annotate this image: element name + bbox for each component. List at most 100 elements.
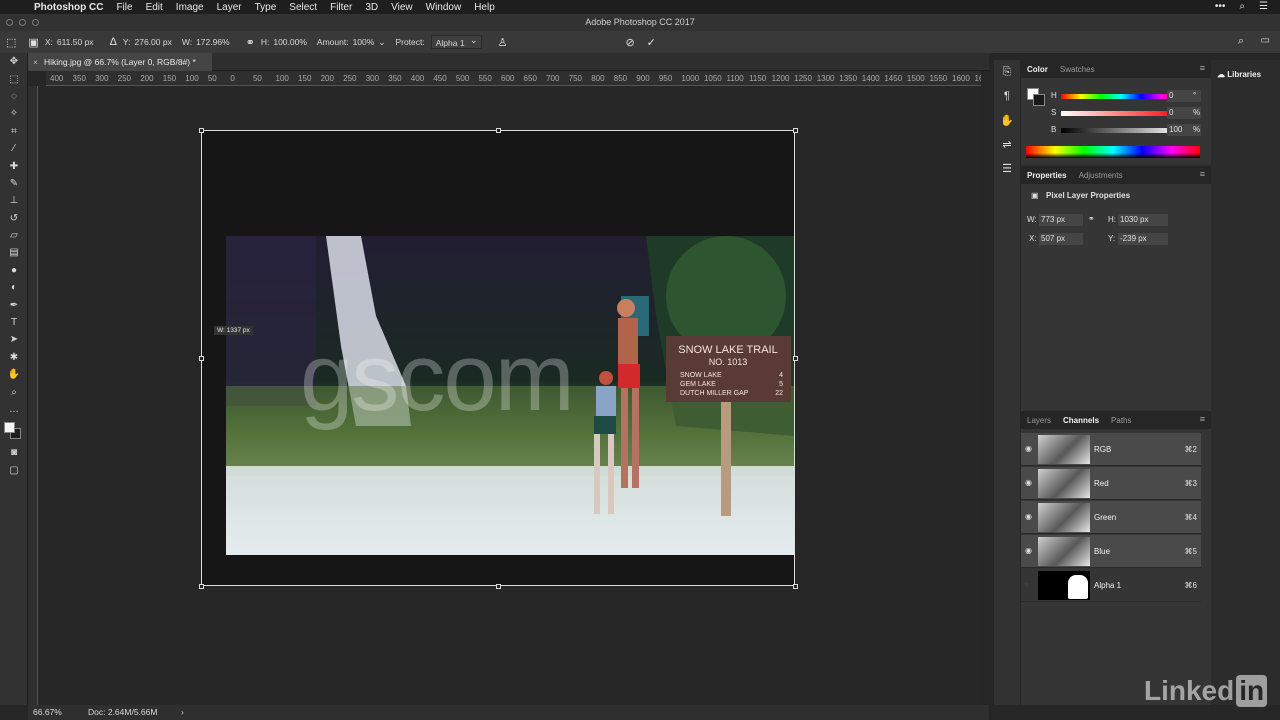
more-icon[interactable]: ••• <box>1215 0 1226 14</box>
commit-transform-icon[interactable]: ✓ <box>647 36 656 49</box>
screen-mode-icon[interactable]: ▢ <box>0 462 28 479</box>
color-spectrum[interactable] <box>1026 146 1200 158</box>
menu-filter[interactable]: Filter <box>330 2 352 13</box>
zoom-window-button[interactable] <box>32 19 39 26</box>
tab-properties[interactable]: Properties <box>1027 171 1067 180</box>
channel-row-rgb[interactable]: ◉ RGB ⌘2 <box>1021 433 1201 466</box>
eraser-tool-icon[interactable]: ▱ <box>0 227 28 244</box>
protect-skin-tones-icon[interactable]: ♙ <box>498 36 508 49</box>
menu-app[interactable]: Photoshop CC <box>34 2 103 13</box>
marquee-tool-icon[interactable]: ⬚ <box>0 70 28 87</box>
handle-top-right[interactable] <box>793 128 798 133</box>
tab-paths[interactable]: Paths <box>1111 416 1131 425</box>
menu-select[interactable]: Select <box>289 2 317 13</box>
protect-dropdown[interactable]: Alpha 1 <box>430 33 482 49</box>
blur-tool-icon[interactable]: ● <box>0 262 28 279</box>
handle-bottom-middle[interactable] <box>496 584 501 589</box>
cancel-transform-icon[interactable]: ⊘ <box>625 36 634 49</box>
transform-tool-icon[interactable]: ⬚ <box>6 36 16 49</box>
link-icon[interactable]: ⚭ <box>246 36 255 49</box>
color-swatches[interactable] <box>0 418 28 444</box>
zoom-level[interactable]: 66.67% <box>33 705 62 720</box>
close-window-button[interactable] <box>6 19 13 26</box>
clone-stamp-tool-icon[interactable]: ⊥ <box>0 192 28 209</box>
search-icon[interactable]: ⌕ <box>1238 35 1244 48</box>
menu-3d[interactable]: 3D <box>365 2 378 13</box>
apple-icon[interactable] <box>12 0 26 14</box>
close-tab-icon[interactable]: × <box>33 53 38 71</box>
handle-middle-left[interactable] <box>199 356 204 361</box>
canvas-area[interactable]: SNOW LAKE TRAIL NO. 1013 SNOW LAKE 4 GEM… <box>38 86 981 705</box>
menu-window[interactable]: Window <box>426 2 462 13</box>
minimize-window-button[interactable] <box>19 19 26 26</box>
brightness-slider[interactable]: B 100 % <box>1021 124 1211 138</box>
workspace-switcher-icon[interactable]: ▭ <box>1261 35 1270 46</box>
tab-layers[interactable]: Layers <box>1027 416 1051 425</box>
menu-edit[interactable]: Edit <box>146 2 163 13</box>
channel-row-red[interactable]: ◉ Red ⌘3 <box>1021 467 1201 500</box>
panel-menu-icon[interactable]: ≡ <box>1200 169 1205 179</box>
document-tab[interactable]: × Hiking.jpg @ 66.7% (Layer 0, RGB/8#) * <box>28 53 212 71</box>
pen-tool-icon[interactable]: ✒ <box>0 296 28 313</box>
prop-h-field[interactable]: 1030 px <box>1118 214 1168 226</box>
eye-icon[interactable]: ◉ <box>1025 478 1032 487</box>
type-tool-icon[interactable]: T <box>0 314 28 331</box>
chevron-down-icon[interactable]: ⌄ <box>378 37 385 48</box>
channel-row-green[interactable]: ◉ Green ⌘4 <box>1021 501 1201 534</box>
custom-shape-tool-icon[interactable]: ✱ <box>0 349 28 366</box>
link-icon[interactable]: ⚭ <box>1088 214 1095 223</box>
menu-image[interactable]: Image <box>176 2 204 13</box>
menu-layer[interactable]: Layer <box>217 2 242 13</box>
eye-icon[interactable]: ◉ <box>1025 512 1032 521</box>
eye-icon[interactable]: ◉ <box>1025 546 1032 555</box>
panel-menu-icon[interactable]: ≡ <box>1200 63 1205 73</box>
channel-row-alpha-1[interactable]: ▫ Alpha 1 ⌘6 <box>1021 569 1201 602</box>
zoom-tool-icon[interactable]: ⌕ <box>0 383 28 400</box>
tab-color[interactable]: Color <box>1027 65 1048 74</box>
prop-w-field[interactable]: 773 px <box>1039 214 1083 226</box>
history-panel-icon[interactable]: ⎘ <box>994 60 1020 84</box>
protect-select[interactable]: Protect: Alpha 1 <box>395 33 482 49</box>
healing-brush-tool-icon[interactable]: ✚ <box>0 157 28 174</box>
prop-y-field[interactable]: -239 px <box>1118 233 1168 245</box>
eye-icon[interactable]: ◉ <box>1025 444 1032 453</box>
magic-wand-tool-icon[interactable]: ✧ <box>0 105 28 122</box>
handle-middle-right[interactable] <box>793 356 798 361</box>
tab-adjustments[interactable]: Adjustments <box>1079 171 1123 180</box>
handle-top-middle[interactable] <box>496 128 501 133</box>
menu-help[interactable]: Help <box>474 2 495 13</box>
y-field[interactable]: Y: 276.00 px <box>123 37 172 47</box>
amount-field[interactable]: Amount: 100% ⌄ <box>317 37 386 48</box>
reference-point-icon[interactable]: ▣ <box>28 36 38 49</box>
move-tool-icon[interactable]: ✥ <box>0 53 28 70</box>
x-field[interactable]: X: 611.50 px <box>45 37 94 47</box>
foreground-color[interactable] <box>4 422 15 434</box>
dodge-tool-icon[interactable]: ◐ <box>0 279 28 296</box>
history-brush-tool-icon[interactable]: ↺ <box>0 210 28 227</box>
delta-icon[interactable]: Δ <box>110 36 117 48</box>
tool-presets-icon[interactable]: ✋ <box>994 108 1020 132</box>
spotlight-search-icon[interactable]: ⌕ <box>1239 0 1245 14</box>
list-icon[interactable]: ☰ <box>1259 0 1268 14</box>
paragraph-panel-icon[interactable]: ¶ <box>994 84 1020 108</box>
hand-tool-icon[interactable]: ✋ <box>0 366 28 383</box>
hue-slider[interactable]: H 0 ° <box>1021 90 1211 104</box>
menu-type[interactable]: Type <box>255 2 277 13</box>
menu-view[interactable]: View <box>391 2 413 13</box>
comments-icon[interactable]: ☰ <box>994 156 1020 180</box>
handle-bottom-right[interactable] <box>793 584 798 589</box>
more-tools-icon[interactable]: … <box>0 401 28 418</box>
h-field[interactable]: H: 100.00% <box>261 37 307 47</box>
panel-menu-icon[interactable]: ≡ <box>1200 414 1205 424</box>
quick-mask-icon[interactable]: ◙ <box>0 444 28 461</box>
status-menu-arrow-icon[interactable]: › <box>181 705 184 720</box>
handle-top-left[interactable] <box>199 128 204 133</box>
tab-channels[interactable]: Channels <box>1063 416 1099 425</box>
w-field[interactable]: W: 172.96% <box>182 37 230 47</box>
crop-tool-icon[interactable]: ⌗ <box>0 123 28 140</box>
libraries-tab[interactable]: ☁ Libraries <box>1217 70 1261 79</box>
path-selection-tool-icon[interactable]: ➤ <box>0 331 28 348</box>
hidden-eye-icon[interactable]: ▫ <box>1025 580 1028 589</box>
gradient-tool-icon[interactable]: ▤ <box>0 244 28 261</box>
prop-x-field[interactable]: 507 px <box>1039 233 1083 245</box>
